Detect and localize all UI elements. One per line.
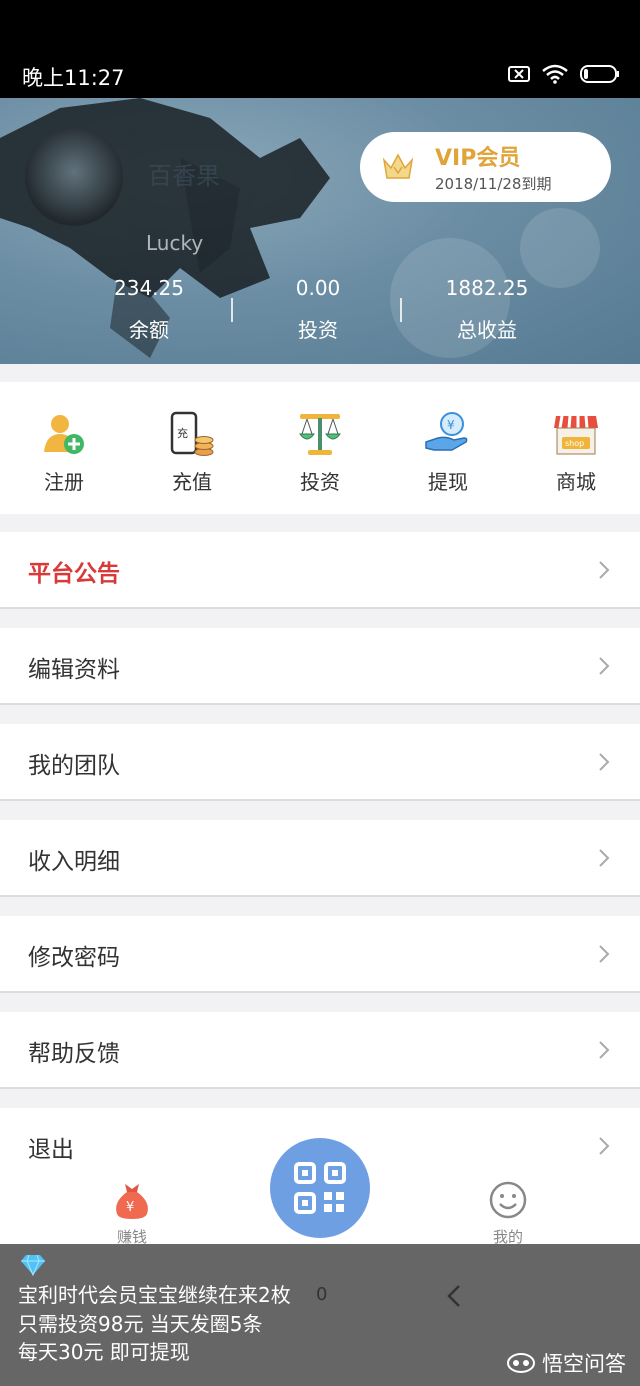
withdraw-icon: ¥ xyxy=(425,412,468,451)
quick-action-invest[interactable]: 投资 xyxy=(256,410,384,495)
quick-actions: 注册 充 充值 投资 ¥ 提现 shop 商城 xyxy=(0,382,640,514)
user-nickname: Lucky xyxy=(146,231,204,255)
stat-value: 234.25 xyxy=(114,276,184,300)
user-name: 百香果 xyxy=(148,162,220,190)
watermark-text: 悟空问答 xyxy=(542,1352,626,1376)
menu-item-edit-profile[interactable]: 编辑资料 xyxy=(0,628,640,705)
vip-title: VIP会员 xyxy=(435,146,521,171)
stats-row: 234.25 余额 0.00 投资 1882.25 总收益 xyxy=(0,276,640,356)
chevron-right-icon xyxy=(599,1137,610,1155)
chevron-right-icon xyxy=(599,561,610,579)
watermark: 悟空问答 xyxy=(506,1348,626,1378)
diamond-icon xyxy=(21,1254,45,1276)
stat-investment[interactable]: 0.00 投资 xyxy=(233,276,403,343)
vip-expire-date: 2018/11/28到期 xyxy=(435,175,552,193)
stat-total-earnings[interactable]: 1882.25 总收益 xyxy=(402,276,572,343)
chevron-right-icon xyxy=(599,753,610,771)
caption-overlay: 0 宝利时代会员宝宝继续在来2枚 只需投资98元 当天发圈5条 每天30元 即可… xyxy=(0,1244,640,1386)
caption-line: 宝利时代会员宝宝继续在来2枚 xyxy=(18,1283,291,1307)
menu-item-my-team[interactable]: 我的团队 xyxy=(0,724,640,801)
svg-text:¥: ¥ xyxy=(126,1200,134,1215)
menu-item-income-details[interactable]: 收入明细 xyxy=(0,820,640,897)
status-icons xyxy=(508,64,620,84)
smile-icon xyxy=(489,1181,527,1219)
svg-text:shop: shop xyxy=(565,439,584,448)
chevron-right-icon xyxy=(599,657,610,675)
scale-icon xyxy=(299,414,341,455)
menu-item-change-password[interactable]: 修改密码 xyxy=(0,916,640,993)
wifi-icon xyxy=(542,64,568,84)
svg-text:¥: ¥ xyxy=(447,418,455,432)
menu-item-label: 修改密码 xyxy=(28,945,120,971)
quick-action-label: 投资 xyxy=(300,470,340,494)
menu-item-label: 我的团队 xyxy=(28,753,120,779)
menu-item-help-feedback[interactable]: 帮助反馈 xyxy=(0,1012,640,1089)
profile-header: 百香果 Lucky VIP会员 2018/11/28到期 234.25 余额 0… xyxy=(0,98,640,364)
stat-value: 0.00 xyxy=(295,276,341,300)
status-bar: 晚上11:27 xyxy=(0,0,640,98)
stat-value: 1882.25 xyxy=(445,276,529,300)
qr-code-icon xyxy=(294,1162,346,1214)
menu-item-label: 帮助反馈 xyxy=(28,1041,120,1067)
sim-off-icon xyxy=(508,66,530,82)
back-arrow-icon[interactable] xyxy=(446,1284,462,1308)
tab-mine[interactable]: 我的 xyxy=(448,1180,568,1247)
quick-action-register[interactable]: 注册 xyxy=(0,410,128,495)
quick-action-label: 充值 xyxy=(172,470,212,494)
menu-item-label: 平台公告 xyxy=(28,561,120,587)
wukong-logo-icon xyxy=(507,1353,535,1373)
menu-item-platform-notice[interactable]: 平台公告 xyxy=(0,532,640,609)
quick-action-label: 提现 xyxy=(428,470,468,494)
vip-badge[interactable]: VIP会员 2018/11/28到期 xyxy=(360,132,611,202)
svg-text:充: 充 xyxy=(177,426,188,440)
status-time: 晚上11:27 xyxy=(22,66,125,90)
recharge-icon: 充 xyxy=(170,411,214,456)
menu-item-label: 退出 xyxy=(28,1137,74,1163)
stat-label: 投资 xyxy=(298,318,338,342)
caption-line: 每天30元 即可提现 xyxy=(18,1340,190,1364)
quick-action-recharge[interactable]: 充 充值 xyxy=(128,410,256,495)
caption-line: 只需投资98元 当天发圈5条 xyxy=(18,1312,263,1336)
menu-item-label: 收入明细 xyxy=(28,849,120,875)
avatar[interactable] xyxy=(25,128,123,226)
crown-icon xyxy=(382,153,414,179)
chevron-right-icon xyxy=(599,1041,610,1059)
quick-action-label: 注册 xyxy=(44,470,84,494)
chevron-right-icon xyxy=(599,849,610,867)
quick-action-label: 商城 xyxy=(556,470,596,494)
scan-qr-button[interactable] xyxy=(270,1138,370,1238)
money-bag-icon: ¥ xyxy=(116,1184,148,1219)
register-user-icon xyxy=(44,415,84,454)
stat-balance[interactable]: 234.25 余额 xyxy=(64,276,234,343)
tab-earn[interactable]: ¥ 赚钱 xyxy=(72,1180,192,1247)
chevron-right-icon xyxy=(599,945,610,963)
obscured-fragment: 0 xyxy=(316,1284,328,1305)
menu-item-label: 编辑资料 xyxy=(28,657,120,683)
quick-action-withdraw[interactable]: ¥ 提现 xyxy=(384,410,512,495)
stat-label: 总收益 xyxy=(457,318,517,342)
battery-icon xyxy=(580,65,619,83)
shop-icon: shop xyxy=(554,415,598,455)
quick-action-shop[interactable]: shop 商城 xyxy=(512,410,640,495)
stat-label: 余额 xyxy=(129,318,169,342)
